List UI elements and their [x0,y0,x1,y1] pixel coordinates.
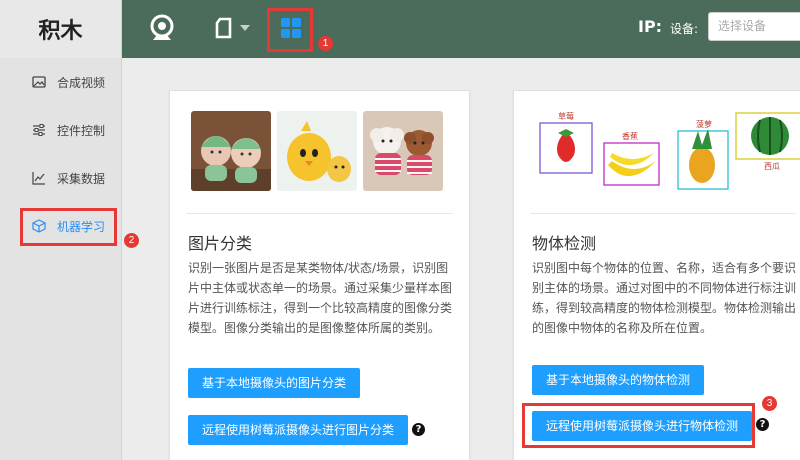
sidebar-item-widget-control[interactable]: 控件控制 [0,110,122,150]
local-camera-classification-button[interactable]: 基于本地摄像头的图片分类 [188,368,361,398]
sidebar-item-label: 控件控制 [57,123,106,138]
sidebar-item-compose-video[interactable]: 合成视频 [0,62,122,102]
device-label: 设备: [670,22,699,36]
file-dropdown-button[interactable] [210,14,254,42]
card-title: 物体检测 [532,234,597,253]
puppies-image [363,111,443,191]
local-camera-detection-button[interactable]: 基于本地摄像头的物体检测 [532,365,705,395]
chart-icon [32,172,45,185]
pineapple-label: 菠萝 [696,119,712,129]
toy-figures-image [191,111,271,191]
sidebar-item-label: 采集数据 [57,171,106,186]
card-divider [530,213,796,214]
highlight-box-3 [522,403,755,448]
yellow-chick-image [277,111,357,191]
annotation-badge-1: 1 [318,36,333,51]
sidebar-item-collect-data[interactable]: 采集数据 [0,158,122,198]
app-logo: 积木 [0,0,121,58]
image-icon [32,76,46,88]
banana-label: 香蕉 [622,131,638,141]
file-icon [215,17,231,39]
annotation-badge-3: 3 [762,396,777,411]
card-description: 识别图中每个物体的位置、名称，适合有多个要识别主体的场景。通过对图中的不同物体进… [532,261,797,335]
help-icon[interactable]: ? [756,418,769,431]
caret-down-icon [239,25,250,31]
image-classification-card: 图片分类 识别一张图片是否是某类物体/状态/场景，识别图片中主体或状态单一的场景… [169,90,470,460]
sliders-icon [33,124,45,136]
card-divider [186,213,453,214]
annotation-badge-2: 2 [124,233,139,248]
strawberry-label: 草莓 [558,111,574,121]
device-select[interactable]: 选择设备 [708,12,800,41]
watermelon-label: 西瓜 [764,162,780,171]
ip-label: IP: [638,17,663,36]
card-title: 图片分类 [188,234,253,253]
sidebar-item-label: 合成视频 [57,75,106,90]
card-description: 识别一张图片是否是某类物体/状态/场景，识别图片中主体或状态单一的场景。通过采集… [188,261,453,335]
remote-raspberry-classification-button[interactable]: 远程使用树莓派摄像头进行图片分类 [188,415,409,445]
fruit-detection-image: 草莓 香蕉 菠萝 西瓜 [524,103,800,203]
help-icon[interactable]: ? [412,423,425,436]
top-header: IP: 设备: 选择设备 [122,0,800,58]
highlight-box-2 [20,208,117,246]
webcam-icon[interactable] [146,12,178,44]
highlight-box-1 [267,8,313,52]
